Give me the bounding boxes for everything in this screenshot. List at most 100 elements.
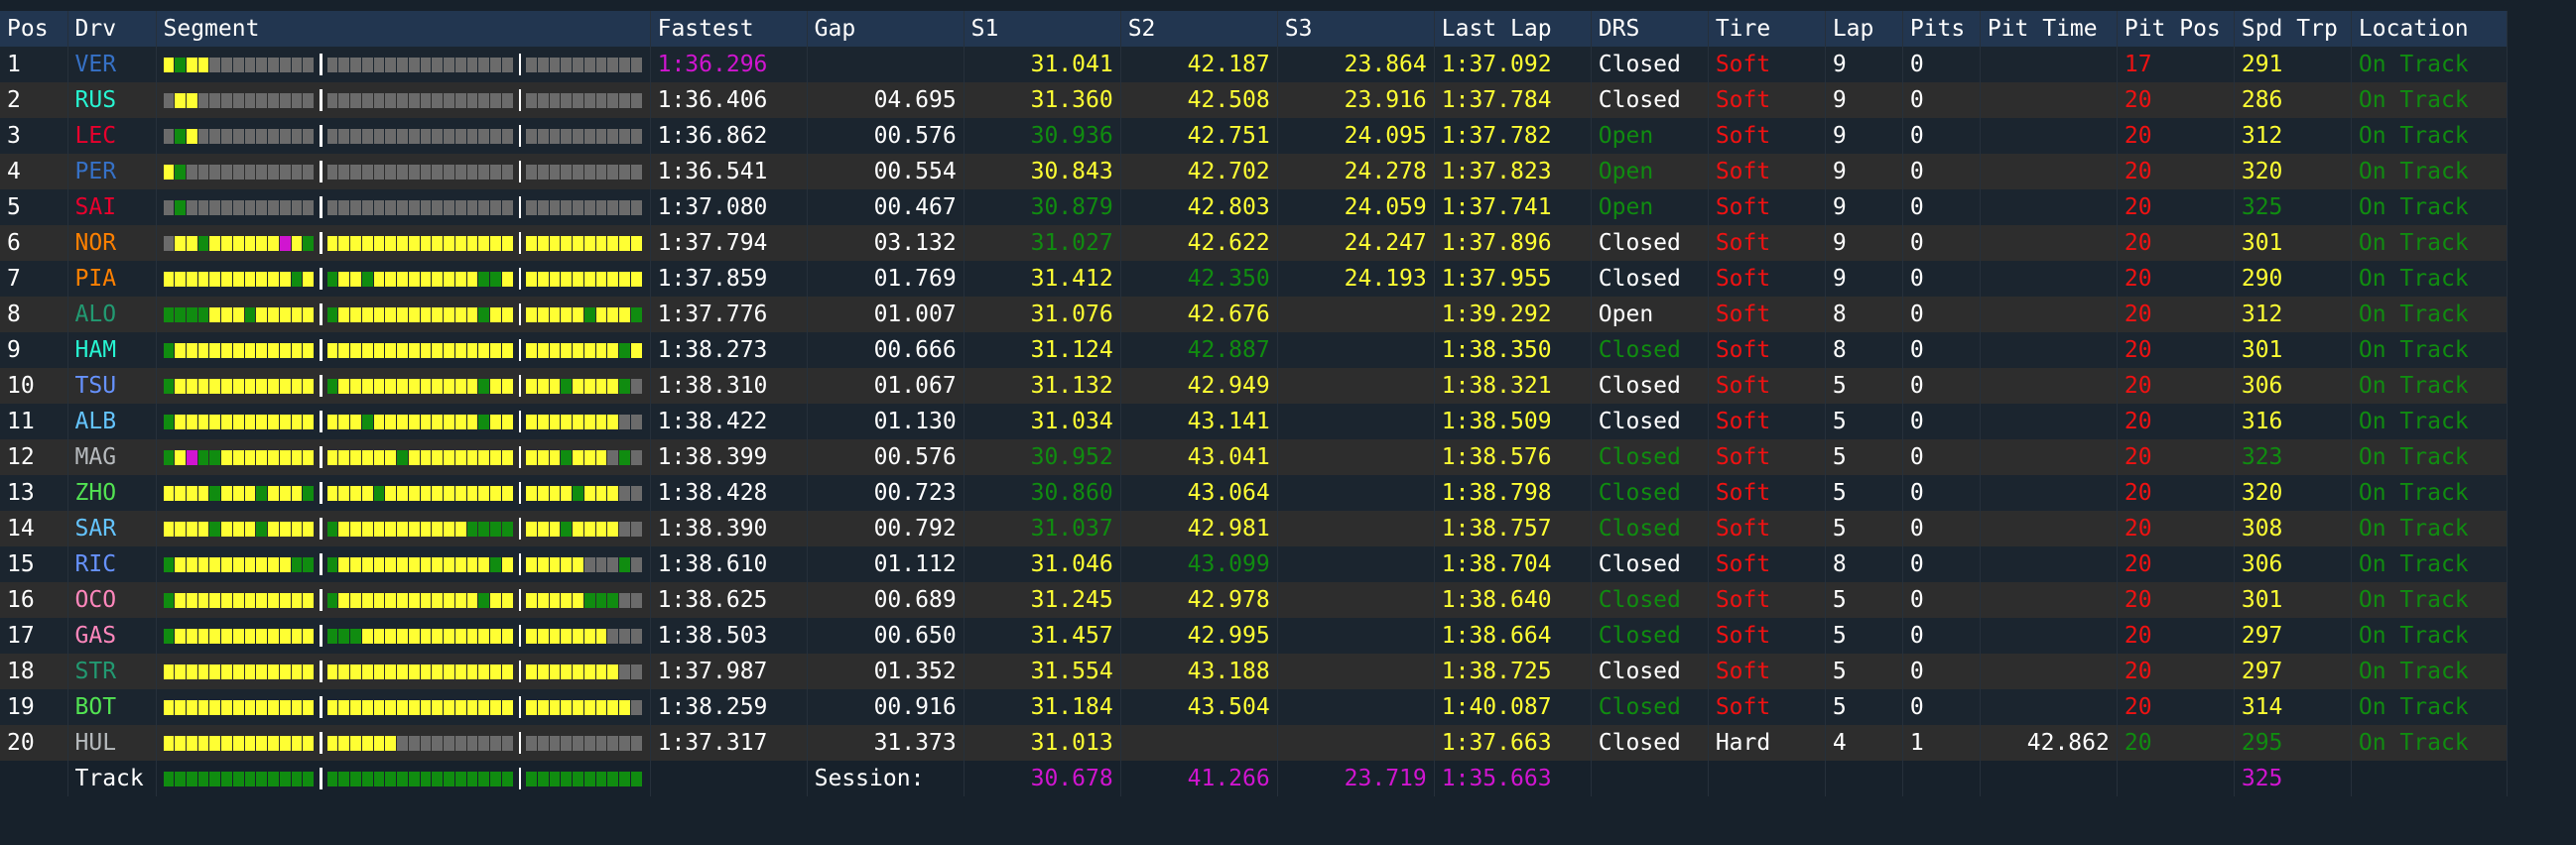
mini-sector xyxy=(268,449,279,465)
driver-row[interactable]: 19 BOT 1:38.259 00.916 31.184 43.504 1:40.087 C… xyxy=(0,689,2509,725)
gap-cell: 01.130 xyxy=(807,404,965,439)
mini-sector xyxy=(526,592,537,608)
col-header-segment[interactable]: Segment xyxy=(156,11,651,47)
mini-sector xyxy=(607,378,619,394)
speed-trap-cell: 301 xyxy=(2234,225,2352,261)
driver-row[interactable]: 3 LEC 1:36.862 00.576 30.936 42.751 24.095 1:37… xyxy=(0,118,2509,154)
col-header-fastest[interactable]: Fastest xyxy=(650,11,808,47)
col-header-pos[interactable]: Pos xyxy=(0,11,68,47)
mini-sector xyxy=(466,592,478,608)
col-header-s1[interactable]: S1 xyxy=(964,11,1121,47)
driver-row[interactable]: 12 MAG 1:38.399 00.576 30.952 43.041 1:38.576 C… xyxy=(0,439,2509,475)
mini-sector xyxy=(432,57,444,72)
mini-sector xyxy=(197,235,209,251)
driver-row[interactable]: 4 PER 1:36.541 00.554 30.843 42.702 24.278 1:37… xyxy=(0,154,2509,189)
driver-row[interactable]: 5 SAI 1:37.080 00.467 30.879 42.803 24.059 1:37… xyxy=(0,189,2509,225)
col-header-driver[interactable]: Drv xyxy=(67,11,157,47)
col-header-drs[interactable]: DRS xyxy=(1591,11,1709,47)
mini-sector xyxy=(256,57,268,72)
driver-row[interactable]: 2 RUS 1:36.406 04.695 31.360 42.508 23.916 1:37… xyxy=(0,82,2509,118)
mini-sector xyxy=(408,628,420,644)
col-header-pit-time[interactable]: Pit Time xyxy=(1980,11,2118,47)
driver-row[interactable]: 11 ALB 1:38.422 01.130 31.034 43.141 1:38.509 C… xyxy=(0,404,2509,439)
driver-row[interactable]: 20 HUL 1:37.317 31.373 31.013 1:37.663 Closed H… xyxy=(0,725,2509,761)
sector1-cell: 31.013 xyxy=(964,725,1121,761)
mini-sector xyxy=(303,521,315,537)
mini-sector xyxy=(232,199,244,215)
driver-row[interactable]: 9 HAM 1:38.273 00.666 31.124 42.887 1:38.350 Cl… xyxy=(0,332,2509,368)
mini-sector xyxy=(444,592,454,608)
mini-sector xyxy=(397,271,408,287)
col-header-tire[interactable]: Tire xyxy=(1708,11,1826,47)
driver-row[interactable]: 1 VER 1:36.296 31.041 42.187 23.864 1:37.092 Cl… xyxy=(0,47,2509,82)
mini-sector xyxy=(291,199,303,215)
mini-sector xyxy=(303,771,315,786)
session-label: Session: xyxy=(807,761,965,796)
mini-sector xyxy=(549,342,561,358)
mini-sector xyxy=(244,771,256,786)
mini-sector xyxy=(279,414,291,429)
mini-sector xyxy=(361,699,373,715)
driver-row[interactable]: 14 SAR 1:38.390 00.792 31.037 42.981 1:38.757 C… xyxy=(0,511,2509,546)
mini-sector xyxy=(420,92,432,108)
driver-row[interactable]: 15 RIC 1:38.610 01.112 31.046 43.099 1:38.704 C… xyxy=(0,546,2509,582)
driver-row[interactable]: 6 NOR 1:37.794 03.132 31.027 42.622 24.247 1:37… xyxy=(0,225,2509,261)
driver-row[interactable]: 13 ZHO 1:38.428 00.723 30.860 43.064 1:38.798 C… xyxy=(0,475,2509,511)
location-cell: On Track xyxy=(2351,546,2509,582)
driver-row[interactable]: 16 OCO 1:38.625 00.689 31.245 42.978 1:38.640 C… xyxy=(0,582,2509,618)
last-lap-cell: 1:37.955 xyxy=(1434,261,1592,297)
col-header-s2[interactable]: S2 xyxy=(1120,11,1278,47)
mini-sector xyxy=(186,735,197,751)
mini-sector xyxy=(630,378,642,394)
mini-sector xyxy=(619,414,630,429)
driver-row[interactable]: 8 ALO 1:37.776 01.007 31.076 42.676 1:39.292 Op… xyxy=(0,297,2509,332)
fastest-lap-cell: 1:37.794 xyxy=(650,225,808,261)
col-header-pits[interactable]: Pits xyxy=(1902,11,1981,47)
mini-sector xyxy=(583,92,595,108)
drs-cell: Closed xyxy=(1591,582,1709,618)
col-header-lap[interactable]: Lap xyxy=(1825,11,1903,47)
mini-sector xyxy=(186,306,197,322)
mini-sector xyxy=(595,592,607,608)
col-header-location[interactable]: Location xyxy=(2351,11,2509,47)
mini-sector xyxy=(478,378,490,394)
col-header-last-lap[interactable]: Last Lap xyxy=(1434,11,1592,47)
mini-sector xyxy=(186,556,197,572)
segment-cell xyxy=(156,332,651,368)
mini-sector xyxy=(303,449,315,465)
mini-sector xyxy=(350,771,361,786)
driver-row[interactable]: 17 GAS 1:38.503 00.650 31.457 42.995 1:38.664 C… xyxy=(0,618,2509,654)
segment-cell xyxy=(156,618,651,654)
pit-pos-cell: 20 xyxy=(2117,404,2235,439)
mini-sector xyxy=(619,92,630,108)
drs-cell: Closed xyxy=(1591,225,1709,261)
mini-sector xyxy=(197,592,209,608)
last-lap-cell: 1:38.509 xyxy=(1434,404,1592,439)
pit-pos-cell: 20 xyxy=(2117,368,2235,404)
mini-sector xyxy=(420,449,432,465)
mini-sector xyxy=(420,735,432,751)
pit-pos-cell: 20 xyxy=(2117,189,2235,225)
mini-sector xyxy=(501,235,513,251)
mini-sector xyxy=(583,57,595,72)
col-header-s3[interactable]: S3 xyxy=(1277,11,1435,47)
col-header-gap[interactable]: Gap xyxy=(807,11,965,47)
mini-sector xyxy=(385,664,397,679)
driver-row[interactable]: 18 STR 1:37.987 01.352 31.554 43.188 1:38.725 C… xyxy=(0,654,2509,689)
mini-sector xyxy=(197,57,209,72)
mini-sector xyxy=(501,771,513,786)
session-speed-trap: 325 xyxy=(2234,761,2352,796)
col-header-speed-trap[interactable]: Spd Trp xyxy=(2234,11,2352,47)
pits-cell: 0 xyxy=(1902,225,1981,261)
drs-cell: Closed xyxy=(1591,618,1709,654)
col-header-pit-pos[interactable]: Pit Pos xyxy=(2117,11,2235,47)
mini-sector xyxy=(326,414,338,429)
lap-cell: 9 xyxy=(1825,118,1903,154)
driver-row[interactable]: 10 TSU 1:38.310 01.067 31.132 42.949 1:38.321 C… xyxy=(0,368,2509,404)
driver-row[interactable]: 7 PIA 1:37.859 01.769 31.412 42.350 24.193 1:37… xyxy=(0,261,2509,297)
mini-sector xyxy=(583,199,595,215)
sector-divider xyxy=(518,411,522,432)
track-segment-cell xyxy=(156,761,651,796)
mini-sector xyxy=(432,414,444,429)
mini-sector xyxy=(432,378,444,394)
